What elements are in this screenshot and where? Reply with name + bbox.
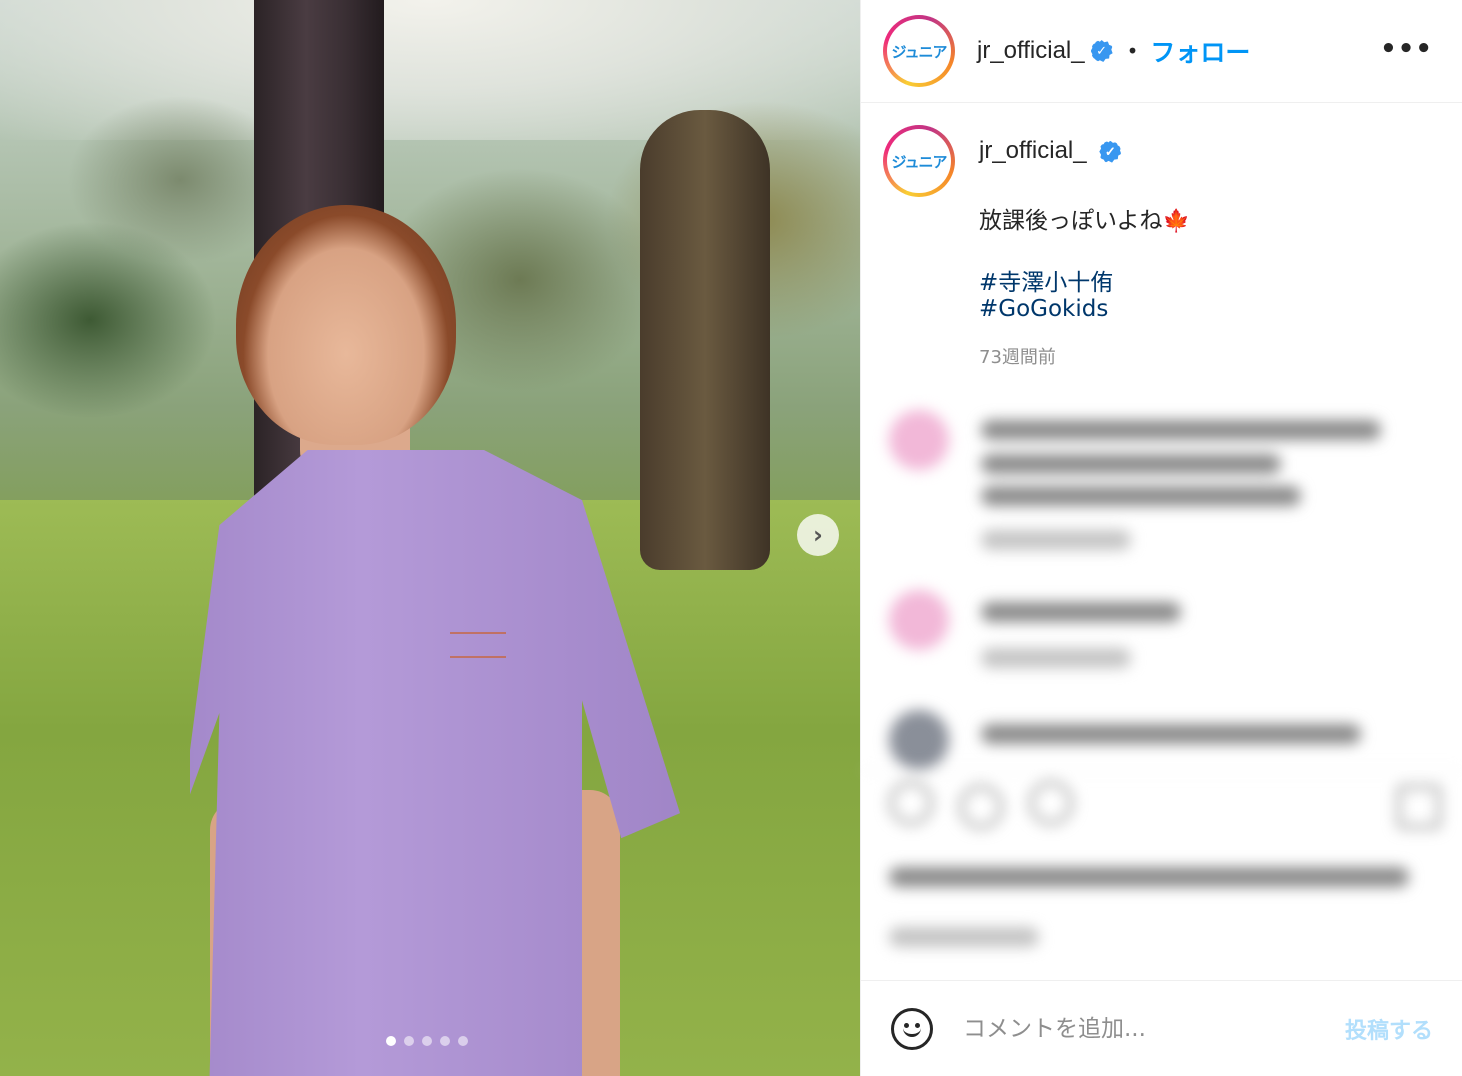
- comment-line: [981, 724, 1361, 744]
- hashtag-link[interactable]: #寺澤小十侑: [979, 263, 1113, 297]
- carousel-dot: [458, 1036, 468, 1046]
- caption-body: 放課後っぽいよね: [979, 208, 1163, 234]
- comment-line: [981, 454, 1281, 474]
- carousel-dots: [386, 1036, 468, 1046]
- avatar-inner: ジュニア: [887, 19, 951, 83]
- smiley-icon[interactable]: [891, 1007, 933, 1050]
- avatar-logo: ジュニア: [891, 152, 948, 171]
- comment-icon: [959, 785, 1003, 829]
- instagram-post: › ジュニア jr_official_ ✓ • フォロー ••• ジュニア jr…: [0, 0, 1462, 1076]
- verified-badge-icon: ✓: [1090, 40, 1113, 62]
- photo-shirt-print: [450, 632, 506, 658]
- post-photo[interactable]: ›: [0, 0, 860, 1076]
- carousel-dot: [386, 1036, 396, 1046]
- comment-input[interactable]: [963, 1008, 1303, 1049]
- avatar-inner: ジュニア: [887, 129, 951, 193]
- comment-avatar: [889, 590, 949, 650]
- save-icon: [1397, 785, 1441, 829]
- verified-badge-icon: ✓: [1099, 140, 1122, 163]
- follow-button[interactable]: フォロー: [1150, 33, 1250, 69]
- header-username[interactable]: jr_official_: [977, 37, 1085, 65]
- comment-line: [981, 486, 1301, 506]
- post-sidebar: ジュニア jr_official_ ✓ • フォロー ••• ジュニア jr_o…: [860, 0, 1462, 1076]
- post-timestamp[interactable]: 73週間前: [979, 343, 1056, 369]
- header-separator: •: [1126, 39, 1139, 63]
- smiley-mouth: [903, 1027, 921, 1037]
- blurred-comments: [861, 390, 1462, 770]
- carousel-dot: [422, 1036, 432, 1046]
- caption-text: 放課後っぽいよね🍁: [979, 201, 1190, 235]
- comment-line: [981, 602, 1181, 622]
- date-line: [889, 927, 1039, 947]
- photo-tree-trunk: [640, 110, 770, 570]
- comment-meta: [981, 530, 1131, 550]
- comment-avatar: [889, 410, 949, 470]
- caption-avatar[interactable]: ジュニア: [883, 125, 955, 197]
- photo-head: [236, 205, 456, 445]
- likes-line: [889, 867, 1409, 887]
- avatar-logo: ジュニア: [891, 42, 948, 61]
- post-comment-button[interactable]: 投稿する: [1345, 1013, 1433, 1045]
- comment-bar: 投稿する: [861, 980, 1462, 1076]
- caption-username[interactable]: jr_official_ ✓: [979, 137, 1122, 165]
- share-icon: [1029, 781, 1073, 825]
- post-header: ジュニア jr_official_ ✓ • フォロー •••: [861, 0, 1462, 103]
- comment-avatar: [889, 710, 949, 770]
- carousel-dot: [404, 1036, 414, 1046]
- post-caption: ジュニア jr_official_ ✓ 放課後っぽいよね🍁 #寺澤小十侑 #Go…: [861, 103, 1462, 383]
- carousel-dot: [440, 1036, 450, 1046]
- comment-line: [981, 420, 1381, 440]
- like-icon: [889, 781, 933, 825]
- more-options-icon[interactable]: •••: [1380, 34, 1433, 64]
- next-image-button[interactable]: ›: [797, 514, 839, 556]
- avatar[interactable]: ジュニア: [883, 15, 955, 87]
- caption-username-text: jr_official_: [979, 137, 1087, 164]
- blurred-action-bar: [861, 770, 1462, 980]
- comment-meta: [981, 648, 1131, 668]
- hashtag-link[interactable]: #GoGokids: [979, 296, 1108, 322]
- maple-leaf-icon: 🍁: [1162, 209, 1190, 234]
- chevron-right-icon: ›: [813, 521, 823, 549]
